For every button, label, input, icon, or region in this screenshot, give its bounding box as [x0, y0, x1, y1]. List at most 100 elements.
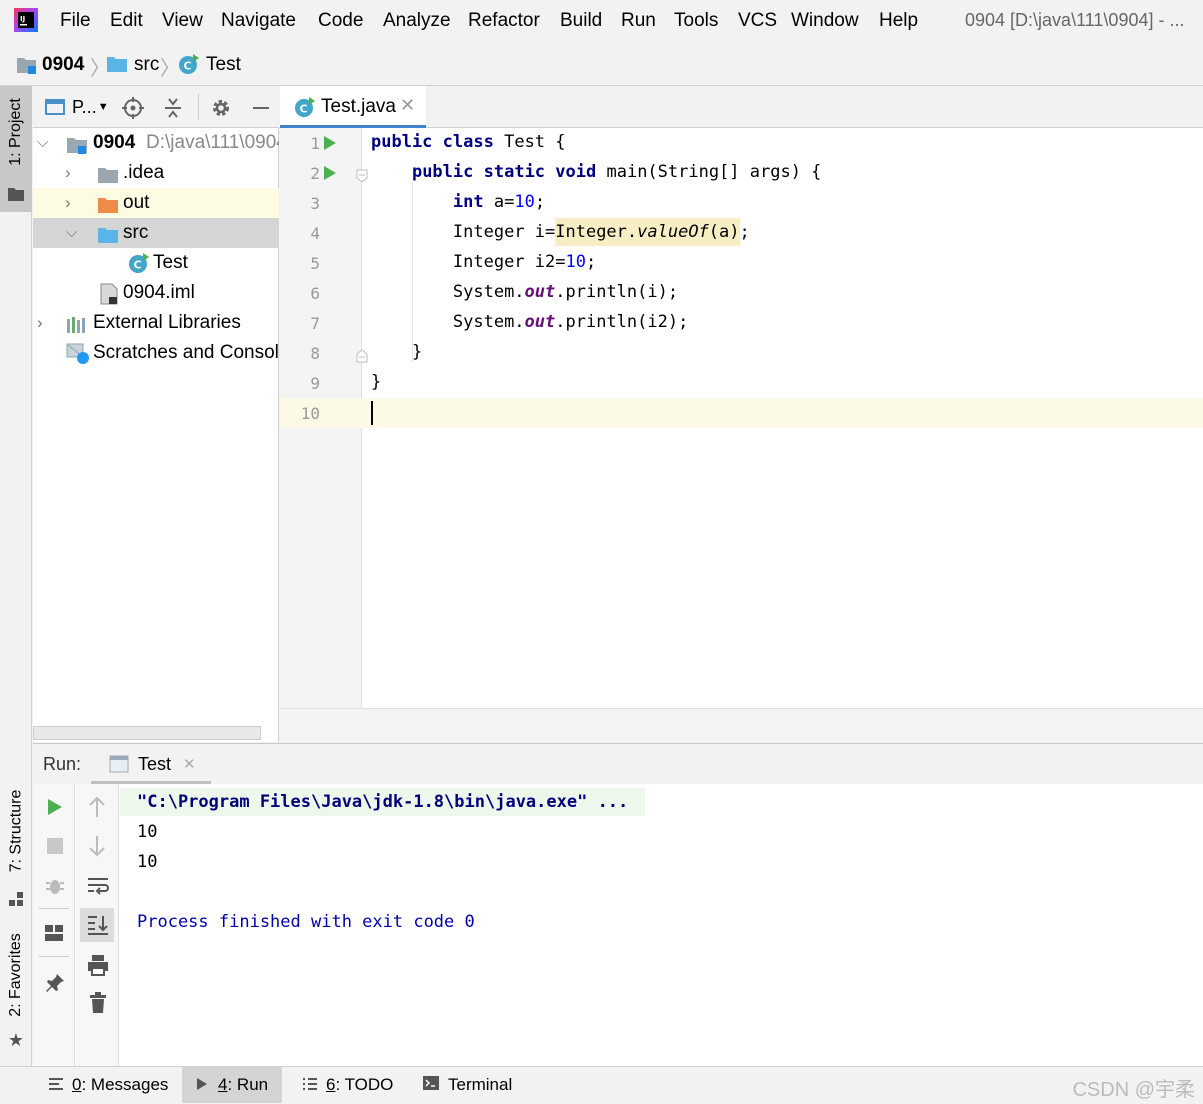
minimize-icon[interactable]	[249, 96, 273, 120]
tree-item-src[interactable]: ⌵ src	[33, 218, 279, 248]
code-line-2[interactable]: public static void main(String[] args) {	[371, 162, 821, 182]
tab-project[interactable]: 1: Project	[0, 86, 32, 212]
menu-build[interactable]: Build	[560, 10, 602, 32]
tree-item-idea[interactable]: › .idea	[33, 158, 279, 188]
tree-item-label: out	[123, 192, 150, 213]
svg-text:C: C	[300, 103, 308, 116]
code-text: main(String[] args) {	[596, 162, 822, 182]
static-method: valueOf	[637, 222, 709, 242]
code-line-1[interactable]: public class Test {	[371, 132, 566, 152]
arrow-down-icon[interactable]	[88, 835, 106, 862]
breadcrumb-folder[interactable]: src	[134, 54, 159, 76]
debug-icon[interactable]	[44, 875, 66, 902]
number-literal: 10	[565, 252, 586, 272]
code-text: Test {	[493, 132, 566, 152]
tree-item-label: src	[123, 222, 149, 243]
tree-item-iml[interactable]: 0904.iml	[33, 278, 279, 308]
tab-label: : Messages	[81, 1075, 169, 1094]
scratches-icon	[66, 343, 90, 368]
run-gutter-icon[interactable]	[323, 165, 337, 186]
tab-test-java[interactable]: C Test.java ✕	[280, 86, 426, 128]
breadcrumb-project[interactable]: 0904	[42, 54, 84, 76]
code-line-9[interactable]: }	[371, 372, 381, 392]
scroll-to-end-icon[interactable]	[87, 914, 109, 941]
editor-horizontal-scroll-area[interactable]	[280, 708, 1203, 742]
code-text: a=	[483, 192, 515, 212]
number-literal: 10	[514, 192, 535, 212]
tab-todo[interactable]: 6: TODO	[290, 1067, 405, 1103]
console-output[interactable]: "C:\Program Files\Java\jdk-1.8\bin\java.…	[120, 784, 1203, 1066]
tree-item-test[interactable]: C Test	[33, 248, 279, 278]
java-class-icon: C	[128, 252, 150, 278]
chevron-right-icon: 〉	[160, 58, 180, 80]
tab-project-label: 1: Project	[7, 97, 24, 166]
folder-icon	[97, 164, 119, 188]
line-number: 5	[310, 254, 320, 273]
rerun-icon[interactable]	[46, 797, 64, 822]
view-selector[interactable]: P... ▼	[45, 94, 109, 120]
collapse-all-icon[interactable]	[161, 96, 185, 120]
tree-item-path: D:\java\111\0904	[146, 132, 279, 153]
tab-run[interactable]: 4: Run	[182, 1067, 283, 1104]
code-line-4[interactable]: Integer i=Integer.valueOf(a);	[371, 218, 750, 246]
tree-item-project-root[interactable]: ⌵ 0904 D:\java\111\0904	[33, 128, 279, 158]
tab-terminal[interactable]: Terminal	[410, 1067, 524, 1103]
code-text: ;	[534, 192, 546, 212]
arrow-up-icon[interactable]	[88, 796, 106, 823]
tab-label: Test.java	[321, 96, 396, 117]
menu-file[interactable]: File	[60, 10, 91, 32]
structure-icon	[9, 890, 23, 911]
tree-item-out[interactable]: › out	[33, 188, 279, 218]
menu-help[interactable]: Help	[879, 10, 918, 32]
run-gutter-icon[interactable]	[323, 135, 337, 156]
breadcrumb-file[interactable]: Test	[206, 54, 241, 76]
soft-wrap-icon[interactable]	[87, 876, 109, 901]
svg-text:C: C	[184, 60, 192, 73]
menu-code[interactable]: Code	[318, 10, 363, 32]
tree-item-scratches[interactable]: Scratches and Consoles	[33, 338, 279, 368]
tab-favorites[interactable]: 2: Favorites ★	[0, 926, 32, 1051]
terminal-icon	[422, 1068, 440, 1104]
project-view-icon	[45, 99, 65, 115]
line-number: 6	[310, 284, 320, 303]
code-text: .println(i2);	[555, 312, 689, 332]
close-icon[interactable]: ✕	[183, 755, 196, 773]
code-line-6[interactable]: System.out.println(i);	[371, 282, 678, 302]
code-text: ;	[585, 252, 597, 272]
close-icon[interactable]: ✕	[400, 95, 415, 116]
code-line-7[interactable]: System.out.println(i2);	[371, 312, 688, 332]
stop-icon[interactable]	[46, 837, 64, 860]
gear-icon[interactable]	[209, 96, 233, 120]
fold-icon[interactable]	[356, 347, 368, 368]
menu-vcs[interactable]: VCS	[738, 10, 777, 32]
menu-view[interactable]: View	[162, 10, 203, 32]
code-line-8[interactable]: }	[371, 342, 422, 362]
layout-icon[interactable]	[44, 924, 64, 947]
fold-icon[interactable]	[356, 167, 368, 188]
pin-icon[interactable]	[44, 972, 66, 999]
locate-icon[interactable]	[121, 96, 145, 120]
code-line-3[interactable]: int a=10;	[371, 192, 545, 212]
code-line-5[interactable]: Integer i2=10;	[371, 252, 596, 272]
tree-item-external-libraries[interactable]: › External Libraries	[33, 308, 279, 338]
code-text: .println(i);	[555, 282, 679, 302]
run-icon	[196, 1068, 208, 1104]
run-panel: Run: Test ✕ "C:\Program Files\Java\jdk-1…	[33, 743, 1203, 1066]
code-text: }	[411, 342, 423, 362]
trash-icon[interactable]	[89, 992, 107, 1019]
menu-refactor[interactable]: Refactor	[468, 10, 540, 32]
code-text: Integer i2=	[452, 252, 566, 272]
run-tab-test[interactable]: Test ✕	[91, 744, 211, 784]
horizontal-scrollbar[interactable]	[33, 726, 261, 740]
menu-edit[interactable]: Edit	[110, 10, 143, 32]
tab-structure-label: 7: Structure	[7, 789, 25, 872]
menu-analyze[interactable]: Analyze	[383, 10, 451, 32]
print-icon[interactable]	[87, 954, 109, 981]
menu-navigate[interactable]: Navigate	[221, 10, 296, 32]
tree-item-label: 0904	[93, 132, 136, 153]
tab-structure[interactable]: 7: Structure	[0, 786, 32, 906]
menu-window[interactable]: Window	[791, 10, 859, 32]
tab-messages[interactable]: 0: Messages	[36, 1067, 180, 1103]
menu-tools[interactable]: Tools	[674, 10, 718, 32]
menu-run[interactable]: Run	[621, 10, 656, 32]
